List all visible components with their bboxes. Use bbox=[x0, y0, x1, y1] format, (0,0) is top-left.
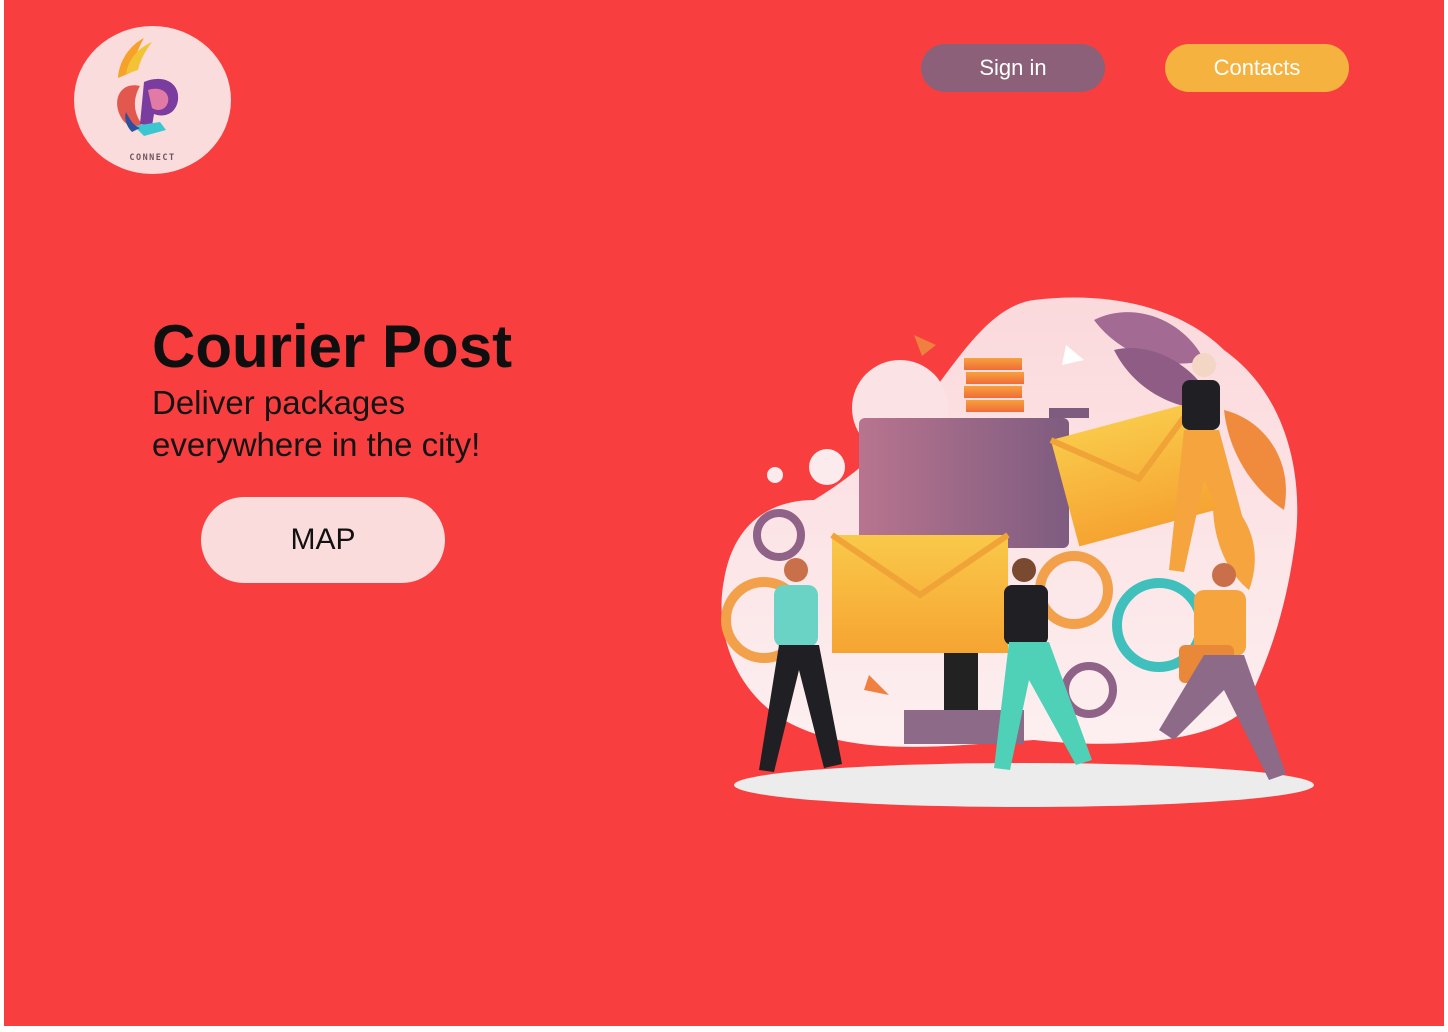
sign-in-button[interactable]: Sign in bbox=[921, 44, 1105, 92]
couriers-illustration bbox=[704, 290, 1324, 820]
page-title: Courier Post bbox=[152, 313, 513, 380]
logo-text: CONNECT bbox=[129, 153, 176, 163]
page-subtitle: Deliver packages everywhere in the city! bbox=[152, 384, 481, 463]
couriers-carrying-envelopes-icon bbox=[721, 297, 1314, 807]
logo-icon bbox=[117, 38, 179, 136]
landing-page: CONNECT Sign in Contacts Courier Post De… bbox=[4, 0, 1444, 1026]
connect-logo[interactable]: CONNECT bbox=[74, 26, 231, 174]
contacts-button[interactable]: Contacts bbox=[1165, 44, 1349, 92]
map-button[interactable]: MAP bbox=[201, 497, 445, 583]
